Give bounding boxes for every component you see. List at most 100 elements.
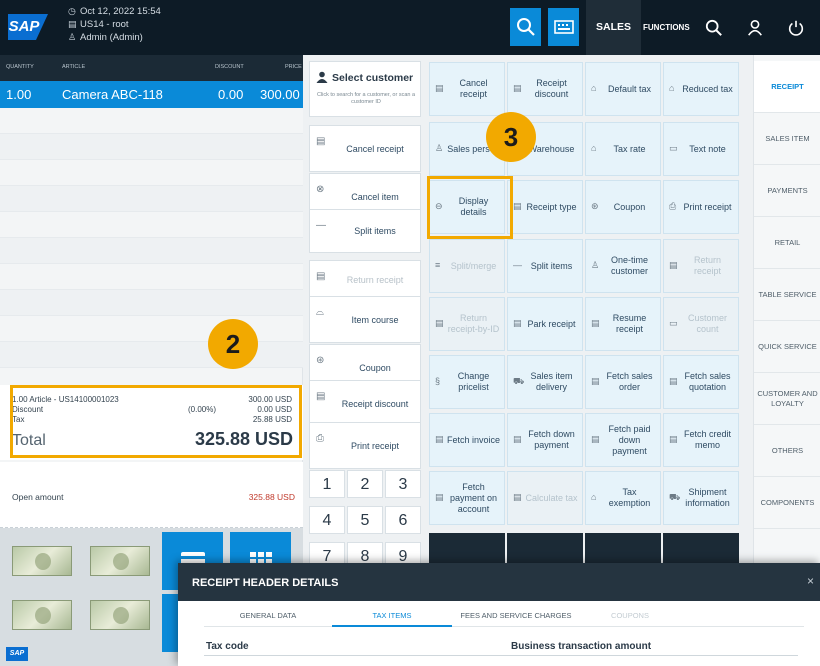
grid-park-receipt[interactable]: ▤ Park receipt bbox=[507, 297, 583, 351]
payment-button-partial[interactable] bbox=[162, 594, 178, 652]
banknote-button[interactable] bbox=[90, 546, 150, 576]
grid-split-merge[interactable]: ≡ Split/merge bbox=[429, 239, 505, 293]
table-row bbox=[0, 290, 303, 316]
tab-tax-items[interactable]: TAX ITEMS bbox=[332, 609, 452, 627]
table-row bbox=[0, 238, 303, 264]
receipt-icon: ▤ bbox=[316, 391, 326, 402]
grid-dark-button[interactable] bbox=[663, 533, 739, 563]
tab-functions[interactable]: FUNCTIONS bbox=[643, 0, 690, 55]
summary-highlight bbox=[10, 385, 302, 458]
grid-fetch-payment-on-account[interactable]: ▤ Fetch payment on account bbox=[429, 471, 505, 525]
button-label: Coupon bbox=[613, 201, 646, 212]
grid-shipment-information[interactable]: ⛟ Shipment information bbox=[663, 471, 739, 525]
grid-calculate-tax[interactable]: ▤ Calculate tax bbox=[507, 471, 583, 525]
tab-coupons[interactable]: COUPONS bbox=[580, 609, 680, 627]
tab-quick-service[interactable]: QUICK SERVICE bbox=[754, 321, 820, 373]
button-label: Shipment information bbox=[685, 487, 730, 508]
button-label: Fetch invoice bbox=[446, 434, 501, 445]
item-course-button[interactable]: ⌓ Item course bbox=[309, 296, 421, 343]
banknote-button[interactable] bbox=[12, 600, 72, 630]
keyboard-button[interactable] bbox=[548, 8, 579, 46]
button-label: Default tax bbox=[607, 83, 652, 94]
return-receipt-button[interactable]: ▤ Return receipt bbox=[309, 260, 421, 300]
fetch-icon: ▤ bbox=[435, 492, 444, 502]
tab-receipt[interactable]: RECEIPT bbox=[754, 61, 820, 113]
grid-cancel-receipt[interactable]: ▤ Cancel receipt bbox=[429, 62, 505, 116]
numpad-key[interactable]: 4 bbox=[309, 506, 345, 534]
user-icon[interactable] bbox=[743, 16, 767, 40]
open-amount-value: 325.88 USD bbox=[248, 492, 295, 502]
grid-change-pricelist[interactable]: § Change pricelist bbox=[429, 355, 505, 409]
person-icon: ♙ bbox=[591, 260, 600, 270]
close-icon[interactable]: × bbox=[807, 574, 814, 588]
receipt-item-row[interactable]: 1.00 Camera ABC-118 0.00 300.00 bbox=[0, 81, 303, 108]
grid-dark-button[interactable] bbox=[507, 533, 583, 563]
grid-one-time-customer[interactable]: ♙ One-time customer bbox=[585, 239, 661, 293]
grid-return-receipt-by-id[interactable]: ▤ Return receipt-by-ID bbox=[429, 297, 505, 351]
banknote-button[interactable] bbox=[12, 546, 72, 576]
tab-components[interactable]: COMPONENTS bbox=[754, 477, 820, 529]
grid-customer-count[interactable]: ▭ Customer count bbox=[663, 297, 739, 351]
grid-reduced-tax[interactable]: ⌂ Reduced tax bbox=[663, 62, 739, 116]
search-button[interactable] bbox=[510, 8, 541, 46]
grid-receipt-discount[interactable]: ▤ Receipt discount bbox=[507, 62, 583, 116]
grid-tax-rate[interactable]: ⌂ Tax rate bbox=[585, 122, 661, 176]
grid-dark-button[interactable] bbox=[429, 533, 505, 563]
grid-default-tax[interactable]: ⌂ Default tax bbox=[585, 62, 661, 116]
tax-icon: ⌂ bbox=[591, 492, 597, 502]
power-icon[interactable] bbox=[784, 16, 808, 40]
tab-sales[interactable]: SALES bbox=[586, 0, 642, 55]
tax-icon: ⌂ bbox=[591, 143, 597, 153]
numpad-key[interactable]: 2 bbox=[347, 470, 383, 498]
print-receipt-button[interactable]: ⎙ Print receipt bbox=[309, 422, 421, 469]
grid-print-receipt[interactable]: ⎙ Print receipt bbox=[663, 180, 739, 234]
numpad-key[interactable]: 6 bbox=[385, 506, 421, 534]
button-label: Cancel receipt bbox=[346, 143, 404, 154]
col-tax-code: Tax code bbox=[206, 641, 249, 652]
select-customer-button[interactable]: Select customer Click to search for a cu… bbox=[309, 61, 421, 117]
course-icon: ⌓ bbox=[316, 307, 324, 318]
tab-fees-and-service-charges[interactable]: FEES AND SERVICE CHARGES bbox=[452, 609, 580, 627]
tab-general-data[interactable]: GENERAL DATA bbox=[204, 609, 332, 627]
coupon-icon: ⊛ bbox=[316, 355, 325, 366]
grid-fetch-paid-down-payment[interactable]: ▤ Fetch paid down payment bbox=[585, 413, 661, 467]
grid-resume-receipt[interactable]: ▤ Resume receipt bbox=[585, 297, 661, 351]
table-row bbox=[0, 108, 303, 134]
tab-customer-and-loyalty[interactable]: CUSTOMER AND LOYALTY bbox=[754, 373, 820, 425]
table-row bbox=[0, 134, 303, 160]
search-icon[interactable] bbox=[702, 16, 726, 40]
button-label: Sales item delivery bbox=[530, 371, 573, 392]
numpad-key[interactable]: 5 bbox=[347, 506, 383, 534]
grid-receipt-type[interactable]: ▤ Receipt type bbox=[507, 180, 583, 234]
tab-payments[interactable]: PAYMENTS bbox=[754, 165, 820, 217]
fetch-icon: ▤ bbox=[669, 376, 678, 386]
button-label: Fetch down payment bbox=[528, 429, 575, 450]
tab-others[interactable]: OTHERS bbox=[754, 425, 820, 477]
grid-fetch-sales-order[interactable]: ▤ Fetch sales order bbox=[585, 355, 661, 409]
tab-table-service[interactable]: TABLE SERVICE bbox=[754, 269, 820, 321]
table-row bbox=[0, 160, 303, 186]
button-label: Tax exemption bbox=[608, 487, 651, 508]
grid-fetch-sales-quotation[interactable]: ▤ Fetch sales quotation bbox=[663, 355, 739, 409]
numpad-key[interactable]: 1 bbox=[309, 470, 345, 498]
divider bbox=[204, 655, 798, 656]
grid-dark-button[interactable] bbox=[585, 533, 661, 563]
store-label: US14 - root bbox=[80, 19, 129, 30]
grid-fetch-down-payment[interactable]: ▤ Fetch down payment bbox=[507, 413, 583, 467]
store-icon: ▤ bbox=[68, 19, 77, 29]
cancel-receipt-button[interactable]: ▤ Cancel receipt bbox=[309, 125, 421, 172]
grid-sales-item-delivery[interactable]: ⛟ Sales item delivery bbox=[507, 355, 583, 409]
grid-text-note[interactable]: ▭ Text note bbox=[663, 122, 739, 176]
tab-sales-item[interactable]: SALES ITEM bbox=[754, 113, 820, 165]
receipt-discount-button[interactable]: ▤ Receipt discount bbox=[309, 380, 421, 427]
grid-fetch-credit-memo[interactable]: ▤ Fetch credit memo bbox=[663, 413, 739, 467]
numpad-key[interactable]: 3 bbox=[385, 470, 421, 498]
tab-retail[interactable]: RETAIL bbox=[754, 217, 820, 269]
banknote-button[interactable] bbox=[90, 600, 150, 630]
grid-tax-exemption[interactable]: ⌂ Tax exemption bbox=[585, 471, 661, 525]
grid-coupon[interactable]: ⊛ Coupon bbox=[585, 180, 661, 234]
grid-fetch-invoice[interactable]: ▤ Fetch invoice bbox=[429, 413, 505, 467]
grid-split-items[interactable]: — Split items bbox=[507, 239, 583, 293]
split-items-button[interactable]: — Split items bbox=[309, 209, 421, 253]
grid-return-receipt[interactable]: ▤ Return receipt bbox=[663, 239, 739, 293]
